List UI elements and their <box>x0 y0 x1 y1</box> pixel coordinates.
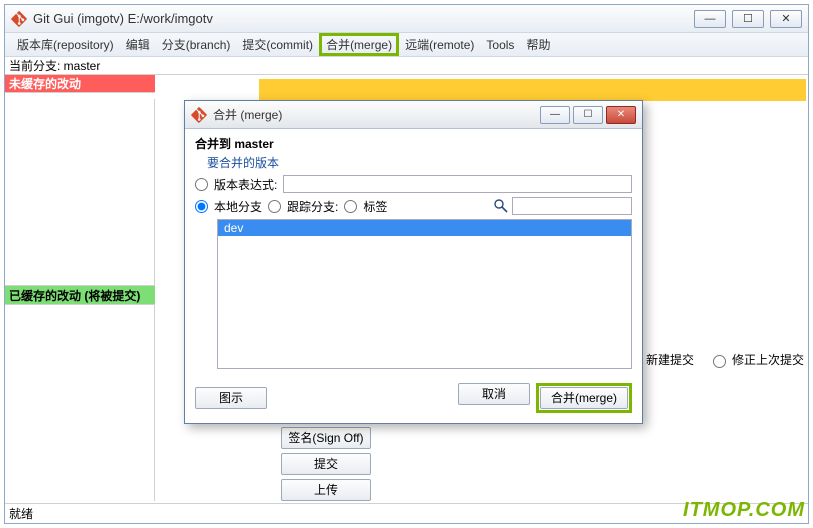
branch-list[interactable]: dev <box>217 219 632 369</box>
rev-expression-label: 版本表达式: <box>214 176 277 193</box>
menu-tools[interactable]: Tools <box>480 36 520 54</box>
git-icon <box>191 107 207 123</box>
commit-button[interactable]: 提交 <box>281 453 371 475</box>
commit-mode-radios: 新建提交 修正上次提交 <box>622 351 804 368</box>
status-bar: 就绪 <box>5 503 808 523</box>
radio-local-branch[interactable] <box>195 200 208 213</box>
radio-amend-commit-input[interactable] <box>713 355 726 368</box>
dialog-body: 合并到 master 要合并的版本 版本表达式: 本地分支 跟踪分支: 标签 d… <box>185 129 642 423</box>
push-button[interactable]: 上传 <box>281 479 371 501</box>
dialog-close-button[interactable]: ✕ <box>606 106 636 124</box>
radio-rev-expression[interactable] <box>195 178 208 191</box>
merge-dialog: 合并 (merge) — ☐ ✕ 合并到 master 要合并的版本 版本表达式… <box>184 100 643 424</box>
list-item[interactable]: dev <box>218 220 631 236</box>
menu-edit[interactable]: 编辑 <box>120 34 156 55</box>
menubar: 版本库(repository) 编辑 分支(branch) 提交(commit)… <box>5 33 808 57</box>
row-rev-expression: 版本表达式: <box>195 175 632 193</box>
unstaged-header[interactable]: 未缓存的改动 <box>5 75 155 93</box>
revision-to-merge-link[interactable]: 要合并的版本 <box>207 154 632 171</box>
local-branch-label: 本地分支 <box>214 198 262 215</box>
menu-remote[interactable]: 远端(remote) <box>399 34 480 55</box>
staged-header[interactable]: 已缓存的改动 (将被提交) <box>5 285 155 305</box>
diff-header-bar <box>259 79 806 101</box>
branch-bar: 当前分支: master <box>5 57 808 75</box>
dialog-title: 合并 (merge) <box>213 106 540 123</box>
radio-amend-commit[interactable]: 修正上次提交 <box>708 351 804 368</box>
unstaged-label: 未缓存的改动 <box>9 75 81 92</box>
row-branch-type: 本地分支 跟踪分支: 标签 <box>195 197 632 215</box>
tag-label: 标签 <box>363 198 387 215</box>
dialog-window-controls: — ☐ ✕ <box>540 106 636 124</box>
merge-button-highlight: 合并(merge) <box>536 383 632 413</box>
menu-help[interactable]: 帮助 <box>520 34 556 55</box>
dialog-maximize-button[interactable]: ☐ <box>573 106 603 124</box>
commit-button-column: 签名(Sign Off) 提交 上传 <box>281 427 371 501</box>
menu-commit[interactable]: 提交(commit) <box>236 34 319 55</box>
visualize-button[interactable]: 图示 <box>195 387 267 409</box>
dialog-titlebar[interactable]: 合并 (merge) — ☐ ✕ <box>185 101 642 129</box>
merge-heading: 合并到 master <box>195 135 632 152</box>
radio-tracking-branch[interactable] <box>268 200 281 213</box>
dialog-button-row: 图示 取消 合并(merge) <box>195 383 632 413</box>
tracking-branch-label: 跟踪分支: <box>287 198 338 215</box>
rev-expression-input[interactable] <box>283 175 632 193</box>
search-icon[interactable] <box>493 198 509 214</box>
radio-tag[interactable] <box>344 200 357 213</box>
window-controls: — ☐ ✕ <box>694 10 802 28</box>
menu-repository[interactable]: 版本库(repository) <box>11 34 120 55</box>
maximize-button[interactable]: ☐ <box>732 10 764 28</box>
main-title: Git Gui (imgotv) E:/work/imgotv <box>33 11 694 26</box>
git-icon <box>11 11 27 27</box>
status-text: 就绪 <box>9 505 33 522</box>
current-branch-label: 当前分支: master <box>9 57 100 74</box>
signoff-button[interactable]: 签名(Sign Off) <box>281 427 371 449</box>
menu-merge[interactable]: 合并(merge) <box>319 33 399 56</box>
merge-button[interactable]: 合并(merge) <box>540 387 628 409</box>
minimize-button[interactable]: — <box>694 10 726 28</box>
menu-branch[interactable]: 分支(branch) <box>156 34 237 55</box>
filter-input[interactable] <box>512 197 632 215</box>
main-titlebar: Git Gui (imgotv) E:/work/imgotv — ☐ ✕ <box>5 5 808 33</box>
dialog-minimize-button[interactable]: — <box>540 106 570 124</box>
cancel-button[interactable]: 取消 <box>458 383 530 405</box>
filter-wrap <box>493 197 632 215</box>
close-button[interactable]: ✕ <box>770 10 802 28</box>
staged-label: 已缓存的改动 (将被提交) <box>9 287 140 304</box>
